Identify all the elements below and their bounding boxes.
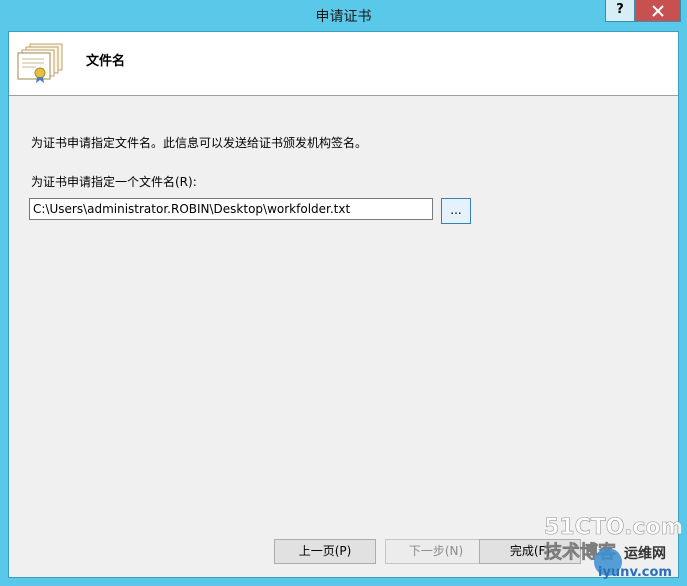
close-icon [652, 5, 664, 17]
title-bar[interactable]: 申请证书 ? [0, 0, 687, 30]
window-title: 申请证书 [315, 9, 372, 25]
request-certificate-window: 申请证书 ? 文件名 为证书申请指定文件名。此信息可以发送给证书颁发机构签名。 [0, 0, 687, 586]
browse-button[interactable]: ... [441, 198, 471, 224]
page-title: 文件名 [86, 54, 126, 69]
wizard-header: 文件名 [9, 32, 678, 96]
dialog-client-area: 文件名 为证书申请指定文件名。此信息可以发送给证书颁发机构签名。 为证书申请指定… [8, 31, 679, 578]
back-button[interactable]: 上一页(P) [274, 539, 376, 564]
help-button[interactable]: ? [605, 0, 635, 22]
close-button[interactable] [635, 0, 681, 22]
description-text: 为证书申请指定文件名。此信息可以发送给证书颁发机构签名。 [31, 136, 368, 150]
next-button[interactable]: 下一步(N) [385, 539, 487, 564]
filename-label: 为证书申请指定一个文件名(R): [31, 175, 197, 189]
certificate-icon [17, 43, 63, 83]
finish-button[interactable]: 完成(F) [479, 539, 581, 564]
filename-input[interactable] [29, 198, 433, 220]
